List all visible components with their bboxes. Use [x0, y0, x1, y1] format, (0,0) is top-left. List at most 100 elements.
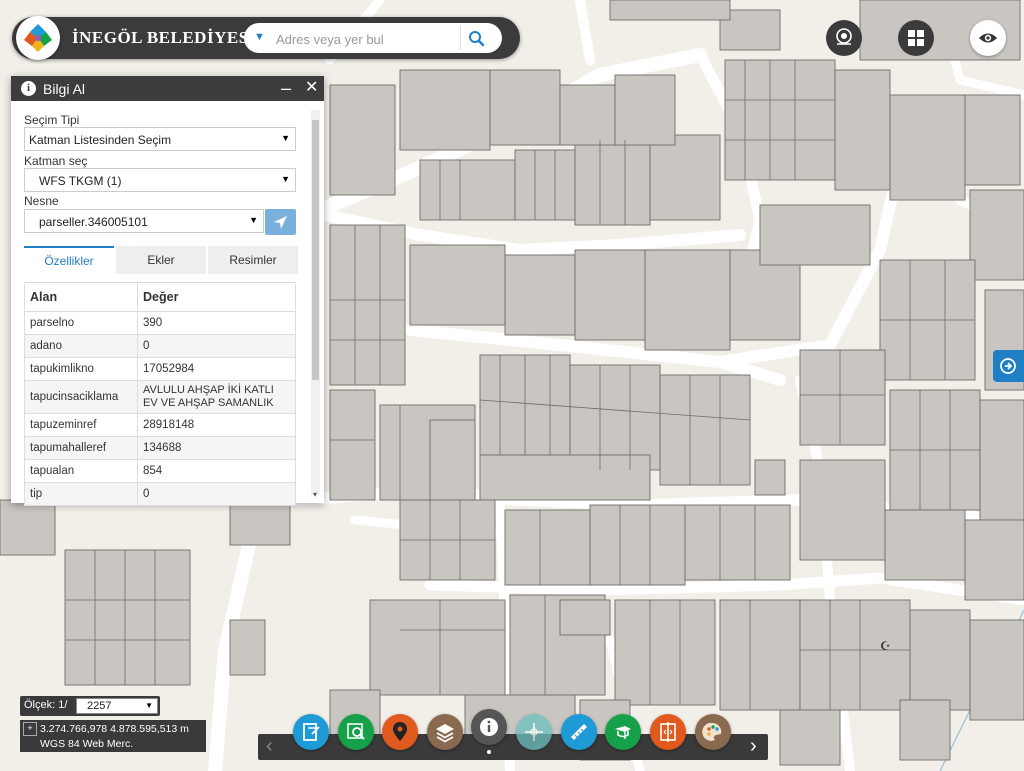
field-name: adano: [24, 334, 138, 358]
scale-select[interactable]: 2257 ▼: [76, 698, 158, 714]
properties-tabs: Özellikler Ekler Resimler: [24, 246, 298, 274]
field-value: 0: [137, 334, 296, 358]
active-tool-indicator: [487, 750, 491, 754]
eye-icon: [979, 33, 997, 43]
grid-button[interactable]: [898, 20, 934, 56]
resize-grip-icon[interactable]: ▾: [313, 490, 317, 499]
search-button[interactable]: [460, 26, 491, 50]
layers-icon: [436, 724, 454, 743]
caret-down-icon: ▼: [249, 215, 258, 225]
info-tool-button[interactable]: [471, 709, 507, 745]
print-button[interactable]: [605, 714, 641, 750]
tab-images[interactable]: Resimler: [208, 246, 298, 274]
measure-button[interactable]: [561, 714, 597, 750]
table-row: tapuzeminref 28918148: [24, 413, 296, 437]
layers-panel-icon: [303, 723, 320, 741]
info-panel-title: Bilgi Al: [43, 81, 86, 97]
field-value: 854: [137, 459, 296, 483]
locate-object-button[interactable]: [265, 209, 296, 235]
scrollbar-thumb[interactable]: [312, 120, 319, 380]
toolbar-next-button[interactable]: ›: [750, 735, 757, 758]
column-header-field: Alan: [24, 282, 138, 312]
toolbar-prev-button[interactable]: ‹: [266, 735, 273, 758]
selection-type-select[interactable]: Katman Listesinden Seçim ▼: [24, 127, 296, 151]
map-pin-group-icon: [836, 28, 852, 45]
close-button[interactable]: ✕: [305, 77, 318, 99]
info-icon: i: [21, 81, 36, 96]
compare-button[interactable]: [650, 714, 686, 750]
object-label: Nesne: [24, 194, 59, 208]
compare-icon: [660, 722, 676, 742]
crosshair-icon[interactable]: +: [23, 722, 37, 736]
navigate-arrow-icon: [274, 216, 287, 229]
field-name: tapumahalleref: [24, 436, 138, 460]
field-value: 134688: [137, 436, 296, 460]
municipality-logo[interactable]: [16, 16, 60, 60]
search-dropdown-icon[interactable]: ▼: [254, 31, 265, 43]
column-header-value: Değer: [137, 282, 296, 312]
field-name: tapucinsaciklama: [24, 380, 138, 414]
table-row: tip 0: [24, 482, 296, 506]
search-location-icon: [347, 723, 365, 740]
object-select[interactable]: parseller.346005101 ▼: [24, 209, 264, 233]
table-row: adano 0: [24, 334, 296, 358]
field-value: 28918148: [137, 413, 296, 437]
coordinate-tool-button[interactable]: [516, 714, 552, 750]
field-name: tip: [24, 482, 138, 506]
selection-type-label: Seçim Tipi: [24, 113, 80, 127]
palette-button[interactable]: [695, 714, 731, 750]
selection-type-value: Katman Listesinden Seçim: [29, 133, 172, 147]
object-select-value: parseller.346005101: [39, 215, 148, 229]
visibility-button[interactable]: [970, 20, 1006, 56]
field-value: 17052984: [137, 357, 296, 381]
location-pin-button[interactable]: [382, 714, 418, 750]
scale-control: Ölçek: 1/ 2257 ▼: [20, 696, 160, 716]
search-icon: [469, 31, 485, 47]
layers-panel-button[interactable]: [293, 714, 329, 750]
minimize-button[interactable]: –: [281, 77, 291, 99]
side-panel-toggle-button[interactable]: [993, 350, 1024, 382]
search-location-button[interactable]: [338, 714, 374, 750]
field-name: tapuzeminref: [24, 413, 138, 437]
layer-select-label: Katman seç: [24, 154, 88, 168]
crs-label: WGS 84 Web Merc.: [40, 738, 134, 750]
map-pin-group-button[interactable]: [826, 20, 862, 56]
top-bar: İNEGÖL BELEDİYESİ ▼: [12, 16, 520, 60]
field-value: 390: [137, 311, 296, 335]
bottom-toolbar: ‹ ›: [258, 734, 768, 760]
tab-properties[interactable]: Özellikler: [24, 246, 114, 274]
coordinate-readout: + 3.274.766,978 4.878.595,513 m WGS 84 W…: [20, 720, 206, 752]
layer-select-value: WFS TKGM (1): [39, 174, 122, 188]
layer-select[interactable]: WFS TKGM (1) ▼: [24, 168, 296, 192]
field-value: 0: [137, 482, 296, 506]
field-value: AVLULU AHŞAP İKİ KATLI EV VE AHŞAP SAMAN…: [137, 380, 296, 414]
caret-down-icon: ▼: [281, 174, 290, 184]
attributes-table: Alan Değer parselno 390 adano 0 tapukimlik…: [24, 282, 296, 506]
info-panel-header[interactable]: i Bilgi Al – ✕: [11, 76, 324, 101]
coordinate-value: 3.274.766,978 4.878.595,513 m: [40, 723, 189, 735]
palette-icon: [702, 722, 722, 741]
logo-icon: [24, 24, 52, 52]
address-search: ▼: [244, 23, 502, 53]
location-pin-icon: [393, 722, 407, 741]
table-row: parselno 390: [24, 311, 296, 335]
table-row: tapumahalleref 134688: [24, 436, 296, 460]
coordinate-icon: [525, 723, 543, 741]
print-icon: [615, 726, 631, 739]
field-name: tapukimlikno: [24, 357, 138, 381]
caret-down-icon: ▼: [145, 701, 153, 710]
field-name: parselno: [24, 311, 138, 335]
municipality-title: İNEGÖL BELEDİYESİ: [72, 28, 256, 47]
info-icon: [480, 718, 498, 736]
caret-down-icon: ▼: [281, 133, 290, 143]
tab-attachments[interactable]: Ekler: [116, 246, 206, 274]
table-row: tapukimlikno 17052984: [24, 357, 296, 381]
scale-value: 2257: [87, 700, 112, 712]
svg-text:☪: ☪: [880, 639, 891, 653]
arrow-right-circle-icon: [1000, 358, 1016, 374]
table-row: tapualan 854: [24, 459, 296, 483]
layers-button[interactable]: [427, 714, 463, 750]
table-row: tapucinsaciklama AVLULU AHŞAP İKİ KATLI E…: [24, 380, 296, 414]
panel-scrollbar[interactable]: [311, 110, 320, 495]
address-search-input[interactable]: [274, 28, 468, 50]
